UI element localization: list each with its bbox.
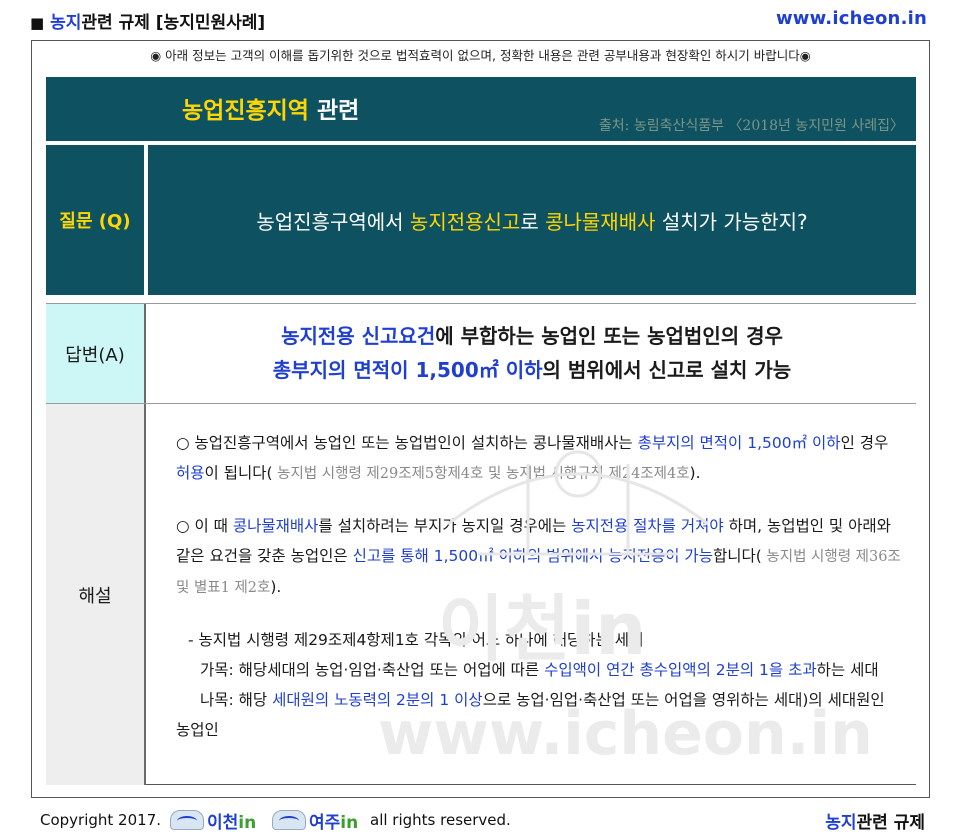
copyright-text: Copyright 2017. (40, 811, 162, 829)
rights-text: all rights reserved. (370, 811, 511, 829)
question-label: 질문 (Q) (46, 145, 144, 295)
yeoju-logo[interactable]: 여주in (272, 808, 358, 833)
yeoju-logo-icon (272, 810, 306, 830)
answer-label: 답변(A) (46, 304, 146, 403)
icheon-logo[interactable]: 이천in (170, 808, 256, 833)
question-row: 질문 (Q) 농업진흥구역에서 농지전용신고로 콩나물재배사 설치가 가능한지? (46, 145, 916, 295)
list-item: 농업인 (176, 721, 219, 739)
list-item: - 농지법 시행령 제29조제4항제1호 각목의 어느 하나에 해당하는 세대 (188, 631, 644, 649)
title-bar: 농업진흥지역 관련 출처: 농림축산식품부 〈2018년 농지민원 사례집〉 (46, 77, 916, 141)
list-item: 나목: 해당 세대원의 노동력의 2분의 1 이상으로 농업·임업·축산업 또는… (200, 691, 885, 709)
list-item: 가목: 해당세대의 농업·임업·축산업 또는 어업에 따른 수입액이 연간 총수… (200, 661, 879, 679)
answer-row: 답변(A) 농지전용 신고요건에 부합하는 농업인 또는 농업법인의 경우 총부… (46, 303, 916, 403)
page-footer: Copyright 2017. 이천in 여주in all rights res… (40, 808, 930, 834)
page-header: ■ 농지관련 규제 [농지민원사례] www.icheon.in (30, 8, 930, 34)
answer-text: 농지전용 신고요건에 부합하는 농업인 또는 농업법인의 경우 총부지의 면적이… (272, 324, 792, 382)
requirement-list: - 농지법 시행령 제29조제4항제1호 각목의 어느 하나에 해당하는 세대 … (176, 625, 902, 745)
explanation-row: 해설 이천in www.icheon.in ○ 농업진흥구역에서 농업인 또는 … (46, 403, 916, 785)
explanation-paragraph-2: ○ 이 때 콩나물재배사를 설치하려는 부지가 농지일 경우에는 농지전용 절차… (176, 517, 901, 596)
explanation-paragraph-1: ○ 농업진흥구역에서 농업인 또는 농업법인이 설치하는 콩나물재배사는 총부지… (176, 434, 889, 482)
square-bullet-icon: ■ (30, 14, 45, 32)
footer-category: 농지관련 규제 (825, 813, 925, 833)
explanation-label: 해설 (46, 404, 146, 785)
disclaimer: ◉ 아래 정보는 고객의 이해를 돕기위한 것으로 법적효력이 없으며, 정확한… (150, 48, 811, 63)
source-note: 출처: 농림축산식품부 〈2018년 농지민원 사례집〉 (598, 118, 904, 134)
icheon-logo-icon (170, 810, 204, 830)
site-url-link[interactable]: www.icheon.in (776, 8, 927, 29)
explanation-body: 이천in www.icheon.in ○ 농업진흥구역에서 농업인 또는 농업법… (148, 404, 916, 785)
section-title: 농업진흥지역 관련 (182, 98, 360, 124)
question-text: 농업진흥구역에서 농지전용신고로 콩나물재배사 설치가 가능한지? (148, 145, 916, 295)
content-frame: ◉ 아래 정보는 고객의 이해를 돕기위한 것으로 법적효력이 없으며, 정확한… (31, 40, 930, 798)
header-title: ■ 농지관련 규제 [농지민원사례] (30, 13, 266, 33)
